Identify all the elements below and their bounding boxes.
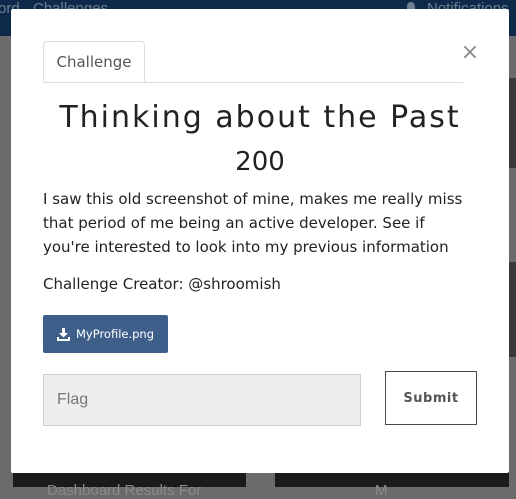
tab-challenge[interactable]: Challenge: [43, 41, 145, 82]
background-card-right-label: M: [375, 482, 388, 499]
modal-tabs: Challenge: [43, 41, 463, 83]
background-right-edge-2: [509, 262, 516, 357]
challenge-description: I saw this old screenshot of mine, makes…: [43, 190, 463, 256]
challenge-modal: Challenge × Thinking about the Past 200 …: [11, 9, 509, 473]
close-icon[interactable]: ×: [460, 42, 480, 64]
download-icon: [56, 327, 70, 341]
download-file-label: MyProfile.png: [75, 327, 155, 341]
challenge-title: Thinking about the Past: [59, 100, 461, 135]
challenge-points: 200: [235, 147, 285, 177]
challenge-creator: Challenge Creator: @shroomish: [43, 275, 281, 293]
download-file-button[interactable]: MyProfile.png: [43, 315, 168, 353]
background-right-edge: [509, 78, 516, 168]
submit-button[interactable]: Submit: [385, 371, 477, 425]
flag-input[interactable]: [43, 374, 361, 426]
background-card-left-label: Dashboard Results For: [47, 482, 202, 499]
